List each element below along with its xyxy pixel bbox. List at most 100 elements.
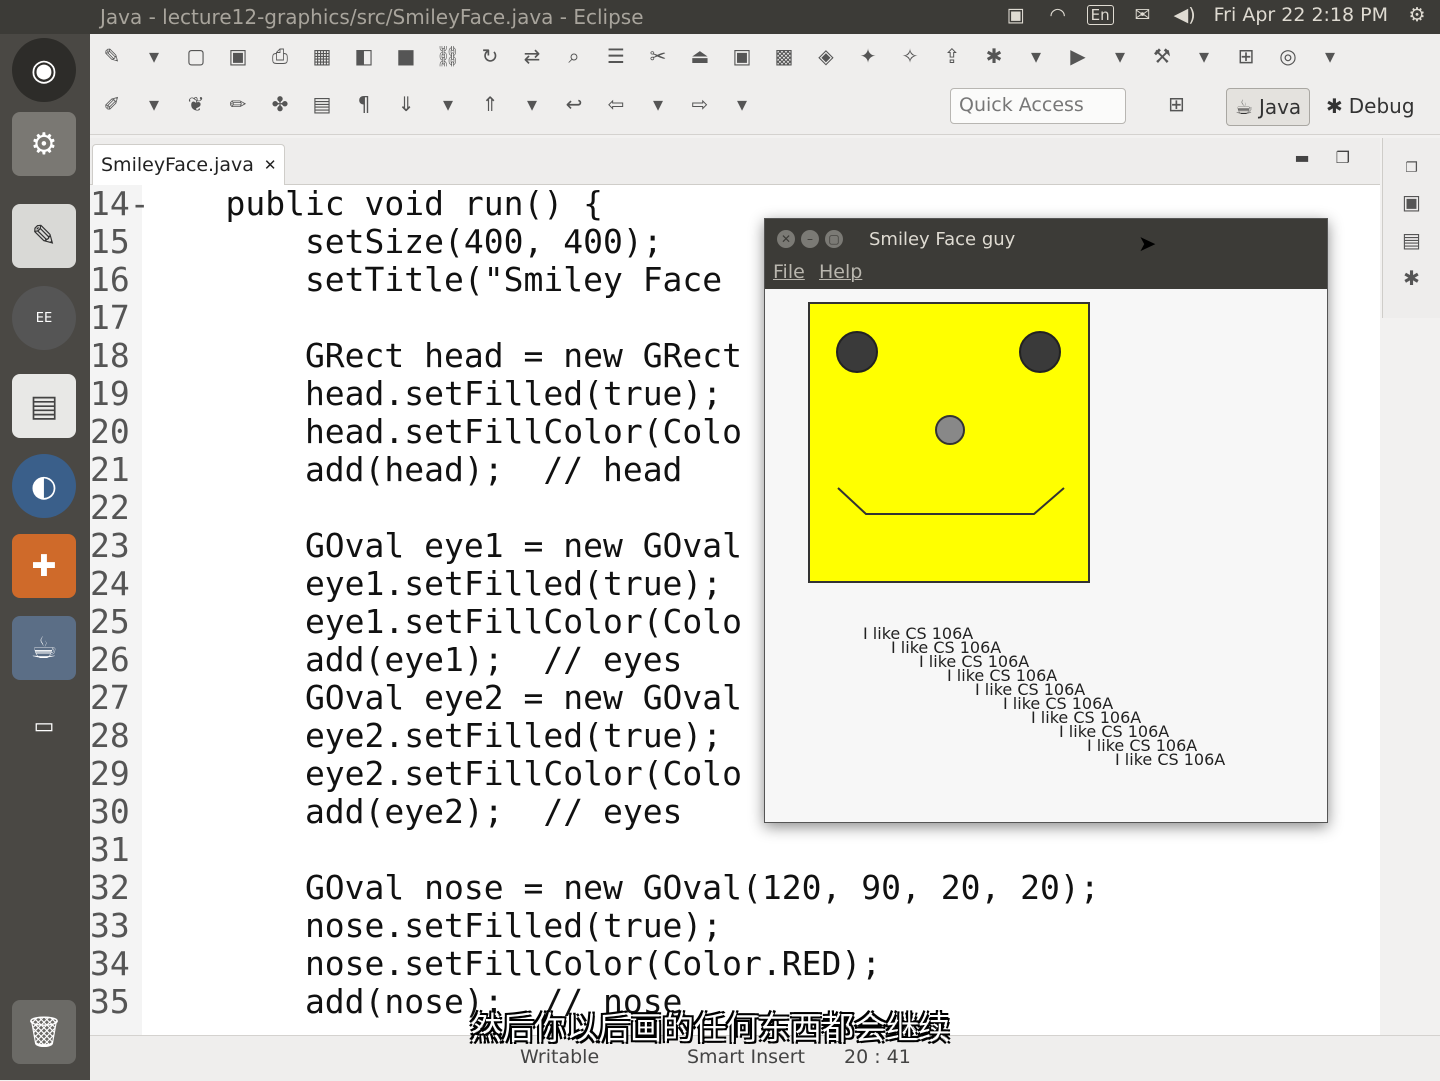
tab-smileyface-java[interactable]: SmileyFace.java ✕ xyxy=(92,144,286,185)
smiley-eye-right xyxy=(1019,331,1061,373)
next-annotation-icon[interactable]: ⇓ xyxy=(392,92,420,116)
dropdown-icon[interactable]: ▾ xyxy=(1316,44,1344,68)
deploy-icon[interactable]: ⏏ xyxy=(686,44,714,68)
package-icon[interactable]: ◈ xyxy=(812,44,840,68)
close-icon[interactable]: ✕ xyxy=(264,156,277,174)
code-line[interactable]: 31 xyxy=(90,831,1380,869)
back-icon[interactable]: ⇦ xyxy=(602,92,630,116)
dropdown-icon[interactable]: ▾ xyxy=(1190,44,1218,68)
video-subtitle: 然后你以后画的任何东西都会继续 xyxy=(470,1009,951,1047)
smiley-nose xyxy=(935,415,965,445)
save-all-icon[interactable]: ▣ xyxy=(224,44,252,68)
dropdown-icon[interactable]: ▾ xyxy=(434,92,462,116)
menu-file[interactable]: File xyxy=(773,261,805,283)
editor-controls: ▬ ❐ xyxy=(1295,148,1350,167)
browser-icon[interactable]: ◐ xyxy=(12,454,76,518)
forward-icon[interactable]: ⇨ xyxy=(686,92,714,116)
window-icon[interactable]: ▣ xyxy=(728,44,756,68)
ubuntu-dash-icon[interactable]: ◉ xyxy=(12,38,76,102)
export-icon[interactable]: ⇪ xyxy=(938,44,966,68)
dropdown-icon[interactable]: ▾ xyxy=(518,92,546,116)
last-edit-icon[interactable]: ↩ xyxy=(560,92,588,116)
dialog-title-bar[interactable]: ✕ – ▢ Smiley Face guy xyxy=(765,219,1327,259)
volume-icon[interactable]: ◀) xyxy=(1172,4,1198,26)
dropdown-icon[interactable]: ▾ xyxy=(728,92,756,116)
dropdown-icon[interactable]: ▾ xyxy=(1022,44,1050,68)
run-man2-icon[interactable]: ✧ xyxy=(896,44,924,68)
java-icon[interactable]: ☕ xyxy=(12,616,76,680)
presentation-icon[interactable]: ▤ xyxy=(12,374,76,438)
mail-icon[interactable]: ✉ xyxy=(1130,4,1156,26)
clock[interactable]: Fri Apr 22 2:18 PM xyxy=(1214,4,1388,26)
line-number: 20 xyxy=(90,412,130,451)
run-man-icon[interactable]: ✦ xyxy=(854,44,882,68)
system-tray: ▣ ◠ En ✉ ◀) Fri Apr 22 2:18 PM ⚙ xyxy=(1003,4,1430,26)
code-text: setTitle("Smiley Face xyxy=(146,260,723,299)
gear-icon[interactable]: ⚙ xyxy=(1404,4,1430,26)
code-line[interactable]: 33 nose.setFilled(true); xyxy=(90,907,1380,945)
dialog-title: Smiley Face guy xyxy=(869,229,1016,250)
minimize-icon[interactable]: – xyxy=(801,230,819,248)
close-icon[interactable]: ✕ xyxy=(777,230,795,248)
highlight-icon[interactable]: ✏ xyxy=(224,92,252,116)
keyboard-language-icon[interactable]: En xyxy=(1086,5,1114,25)
code-line[interactable]: 34 nose.setFillColor(Color.RED); xyxy=(90,945,1380,983)
line-number: 32 xyxy=(90,868,130,907)
line-number: 26 xyxy=(90,640,130,679)
menu-help[interactable]: Help xyxy=(819,261,862,283)
para-icon[interactable]: ¶ xyxy=(350,92,378,116)
external-tools-icon[interactable]: ⚒ xyxy=(1148,44,1176,68)
quick-access-input[interactable]: Quick Access xyxy=(950,88,1126,124)
maximize-icon[interactable]: ▢ xyxy=(825,230,843,248)
open-type-icon[interactable]: ◎ xyxy=(1274,44,1302,68)
dropdown-icon[interactable]: ▾ xyxy=(1106,44,1134,68)
trash-icon[interactable]: 🗑 xyxy=(12,1000,76,1064)
system-settings-icon[interactable]: ⚙ xyxy=(12,112,76,176)
perspective-java-button[interactable]: ☕ Java xyxy=(1226,88,1311,126)
print-icon[interactable]: ⎙ xyxy=(266,44,294,68)
pin-icon[interactable]: ✐ xyxy=(98,92,126,116)
dropdown-icon[interactable]: ▾ xyxy=(644,92,672,116)
line-number: 18 xyxy=(90,336,130,375)
code-text: head.setFilled(true); xyxy=(146,374,723,413)
run-icon[interactable]: ▶ xyxy=(1064,44,1092,68)
save-icon[interactable]: ▢ xyxy=(182,44,210,68)
smiley-face-window[interactable]: ✕ – ▢ Smiley Face guy File Help I like C… xyxy=(764,218,1328,823)
link-icon[interactable]: ⛓ xyxy=(434,44,462,68)
minimize-icon[interactable]: ▬ xyxy=(1295,148,1310,167)
refresh-icon[interactable]: ↻ xyxy=(476,44,504,68)
eclipse-java-ee-icon[interactable]: EE xyxy=(12,286,76,350)
workspace-icon[interactable]: ▭ xyxy=(12,694,76,758)
code-line[interactable]: 32 GOval nose = new GOval(120, 90, 20, 2… xyxy=(90,869,1380,907)
image-icon[interactable]: ▩ xyxy=(770,44,798,68)
console-icon[interactable]: ▤ xyxy=(1402,228,1421,252)
build-icon[interactable]: ▦ xyxy=(308,44,336,68)
new-class-icon[interactable]: ⊞ xyxy=(1232,44,1260,68)
software-center-icon[interactable]: ✚ xyxy=(12,534,76,598)
outline-icon[interactable]: ▣ xyxy=(1402,190,1421,214)
tools-icon[interactable]: ✎ xyxy=(12,204,76,268)
prev-annotation-icon[interactable]: ⇑ xyxy=(476,92,504,116)
debug-icon[interactable]: ✱ xyxy=(980,44,1008,68)
open-perspective-icon[interactable]: ⊞ xyxy=(1168,92,1185,116)
block-icon[interactable]: ▤ xyxy=(308,92,336,116)
sync-icon[interactable]: ⇄ xyxy=(518,44,546,68)
perspective-debug-button[interactable]: ✱ Debug xyxy=(1326,88,1415,124)
list-icon[interactable]: ☰ xyxy=(602,44,630,68)
stop-icon[interactable]: ■ xyxy=(392,44,420,68)
code-text: public void run() { xyxy=(146,185,603,223)
search-icon[interactable]: ⌕ xyxy=(560,44,588,68)
mark-icon[interactable]: ✤ xyxy=(266,92,294,116)
annotation-icon[interactable]: ❦ xyxy=(182,92,210,116)
status-insert-mode[interactable]: Smart Insert xyxy=(687,1046,805,1068)
tools-icon[interactable]: ✂ xyxy=(644,44,672,68)
server-icon[interactable]: ◧ xyxy=(350,44,378,68)
new-icon[interactable]: ✎ xyxy=(98,44,126,68)
maximize-icon[interactable]: ❐ xyxy=(1336,148,1350,167)
restore-icon[interactable]: ❐ xyxy=(1405,160,1418,176)
dropdown-icon[interactable]: ▾ xyxy=(140,44,168,68)
dropdown-icon[interactable]: ▾ xyxy=(140,92,168,116)
camera-icon[interactable]: ▣ xyxy=(1003,4,1029,26)
problems-icon[interactable]: ✱ xyxy=(1403,266,1420,290)
wifi-icon[interactable]: ◠ xyxy=(1045,4,1071,26)
